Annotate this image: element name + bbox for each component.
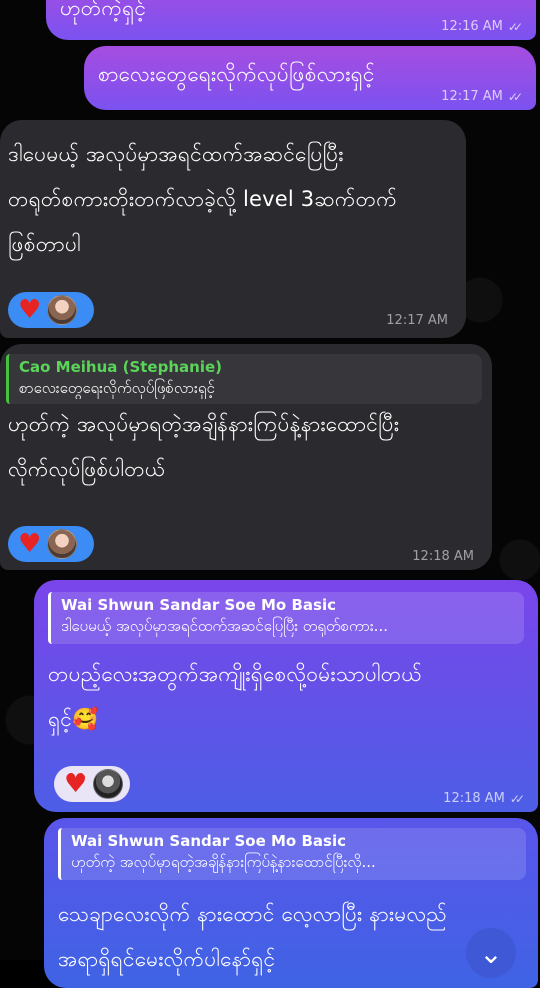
outgoing-message[interactable]: Wai Shwun Sandar Soe Mo Basic ဟုတ်ကဲ့ အလ… — [44, 818, 538, 988]
message-time: 12:16 AM — [441, 19, 503, 34]
heart-icon: ♥ — [64, 769, 88, 799]
reply-quote[interactable]: Cao Meihua (Stephanie) စာလေးတွေရေးလိုက်လ… — [6, 354, 482, 404]
message-text: စာလေးတွေရေးလိုက်လုပ်ဖြစ်လားရှင့် — [98, 62, 375, 86]
quote-author: Wai Shwun Sandar Soe Mo Basic — [71, 832, 346, 850]
avatar — [47, 295, 78, 325]
message-meta: 12:16 AM ✓✓ — [441, 19, 523, 34]
scroll-to-bottom-button[interactable]: ⌄ — [466, 928, 516, 978]
reaction-chip[interactable]: ♥ — [8, 292, 94, 328]
avatar — [47, 529, 78, 559]
message-meta: 12:17 AM ✓✓ — [441, 89, 523, 104]
quote-author: Wai Shwun Sandar Soe Mo Basic — [61, 596, 336, 614]
heart-icon: ♥ — [18, 295, 42, 325]
double-check-icon: ✓✓ — [507, 89, 523, 104]
avatar — [93, 769, 124, 799]
message-time: 12:18 AM — [412, 549, 474, 564]
double-check-icon: ✓✓ — [509, 791, 525, 806]
heart-icon: ♥ — [18, 529, 42, 559]
message-time: 12:18 AM — [443, 791, 505, 806]
quote-author: Cao Meihua (Stephanie) — [19, 358, 222, 376]
message-meta: 12:17 AM — [386, 313, 448, 328]
message-time: 12:17 AM — [386, 313, 448, 328]
outgoing-message[interactable]: ဟုတ်ကဲ့ရှင့် 12:16 AM ✓✓ — [46, 0, 536, 40]
reply-quote[interactable]: Wai Shwun Sandar Soe Mo Basic ဒါပေမယ့် အ… — [48, 592, 524, 644]
outgoing-message[interactable]: စာလေးတွေရေးလိုက်လုပ်ဖြစ်လားရှင့် 12:17 A… — [84, 46, 536, 110]
message-meta: 12:18 AM ✓✓ — [443, 791, 525, 806]
quote-text: ဟုတ်ကဲ့ အလုပ်မှာရတဲ့အချိန်နားကြပ်နဲ့နားထ… — [71, 853, 376, 871]
reaction-chip[interactable]: ♥ — [8, 526, 94, 562]
message-time: 12:17 AM — [441, 89, 503, 104]
message-text: ဟုတ်ကဲ့ အလုပ်မှာရတဲ့အချိန်နားကြပ်နဲ့နားထ… — [8, 412, 400, 481]
message-meta: 12:18 AM — [412, 549, 474, 564]
double-check-icon: ✓✓ — [507, 19, 523, 34]
quote-text: စာလေးတွေရေးလိုက်လုပ်ဖြစ်လားရှင့် — [19, 379, 215, 397]
message-text: ဟုတ်ကဲ့ရှင့် — [60, 0, 147, 20]
chevron-down-icon: ⌄ — [479, 936, 503, 970]
incoming-message[interactable]: ဒါပေမယ့် အလုပ်မှာအရင်ထက်အဆင်ပြေပြီး တရုတ… — [0, 120, 466, 338]
quote-text: ဒါပေမယ့် အလုပ်မှာအရင်ထက်အဆင်ပြေပြီး တရုတ… — [61, 617, 388, 635]
outgoing-message[interactable]: Wai Shwun Sandar Soe Mo Basic ဒါပေမယ့် အ… — [34, 580, 538, 812]
message-text: ဒါပေမယ့် အလုပ်မှာအရင်ထက်အဆင်ပြေပြီး တရုတ… — [8, 142, 397, 256]
message-text: တပည့်လေးအတွက်အကျိုးရှိစေလို့ဝမ်းသာပါတယ် … — [48, 662, 422, 731]
incoming-message[interactable]: Cao Meihua (Stephanie) စာလေးတွေရေးလိုက်လ… — [0, 344, 492, 570]
message-text: သေချာလေးလိုက် နားထောင် လေ့လာပြီး နားမလည်… — [58, 902, 447, 971]
reply-quote[interactable]: Wai Shwun Sandar Soe Mo Basic ဟုတ်ကဲ့ အလ… — [58, 828, 526, 880]
reaction-chip[interactable]: ♥ — [54, 766, 130, 802]
